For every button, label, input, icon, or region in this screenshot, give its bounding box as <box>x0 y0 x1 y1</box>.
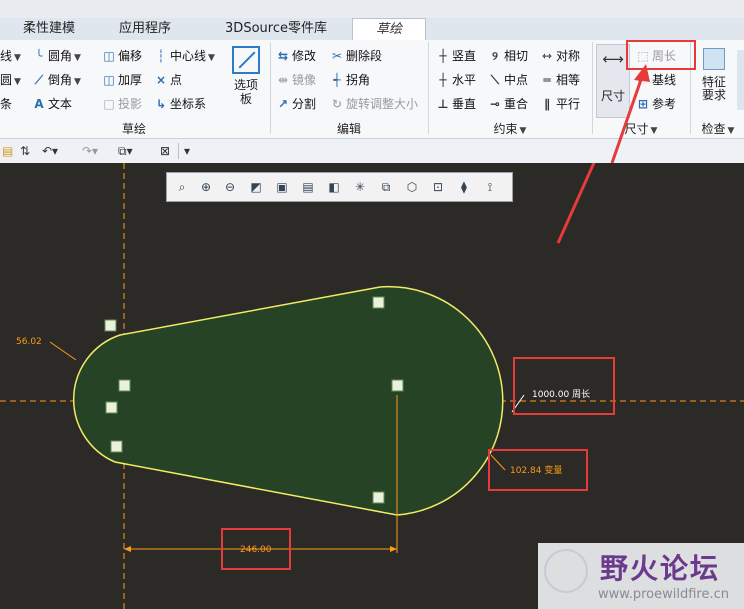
watermark-url: www.proewildfire.cn <box>598 587 729 602</box>
refit-icon[interactable]: ⌕ <box>173 178 191 196</box>
annotation-arrow-upper <box>610 73 645 163</box>
graphics-toolbar: ⌕ ⊕ ⊖ ◩ ▣ ▤ ◧ ✳ ⧉ ⬡ ⊡ ⧫ ⟟ <box>166 172 513 202</box>
zoom-out-icon[interactable]: ⊖ <box>221 178 239 196</box>
display-style-icon[interactable]: ▣ <box>273 178 291 196</box>
tangent-marker-icon[interactable] <box>104 319 117 332</box>
annotation-arrow-overlay <box>610 64 650 163</box>
coincident-marker-icon[interactable] <box>391 379 404 392</box>
dim-left-value[interactable]: 56.02 <box>16 337 42 347</box>
sketch-view-icon[interactable]: ⊡ <box>429 178 447 196</box>
bottom-dim-highlight-box <box>221 528 291 570</box>
coincident-marker-icon[interactable] <box>105 401 118 414</box>
perimeter-dim-highlight-box <box>513 357 615 415</box>
forum-watermark: 野火论坛 www.proewildfire.cn <box>538 543 744 609</box>
coincident-marker-icon[interactable] <box>118 379 131 392</box>
watermark-logo-icon <box>544 549 588 593</box>
view-manager-icon[interactable]: ◧ <box>325 178 343 196</box>
tangent-marker-icon[interactable] <box>372 296 385 309</box>
watermark-title: 野火论坛 <box>600 552 721 585</box>
annotation-arrow-tip <box>634 64 650 82</box>
repaint-icon[interactable]: ◩ <box>247 178 265 196</box>
spin-center-icon[interactable]: ⬡ <box>403 178 421 196</box>
tangent-marker-icon[interactable] <box>372 491 385 504</box>
annotation-display-icon[interactable]: ⧉ <box>377 178 395 196</box>
sketcher-display-icon[interactable]: ⧫ <box>455 178 473 196</box>
saved-views-icon[interactable]: ▤ <box>299 178 317 196</box>
constraint-display-icon[interactable]: ⟟ <box>481 178 499 196</box>
tangent-marker-icon[interactable] <box>110 440 123 453</box>
variable-dim-highlight-box <box>488 449 588 491</box>
datum-display-icon[interactable]: ✳ <box>351 178 369 196</box>
zoom-in-icon[interactable]: ⊕ <box>197 178 215 196</box>
